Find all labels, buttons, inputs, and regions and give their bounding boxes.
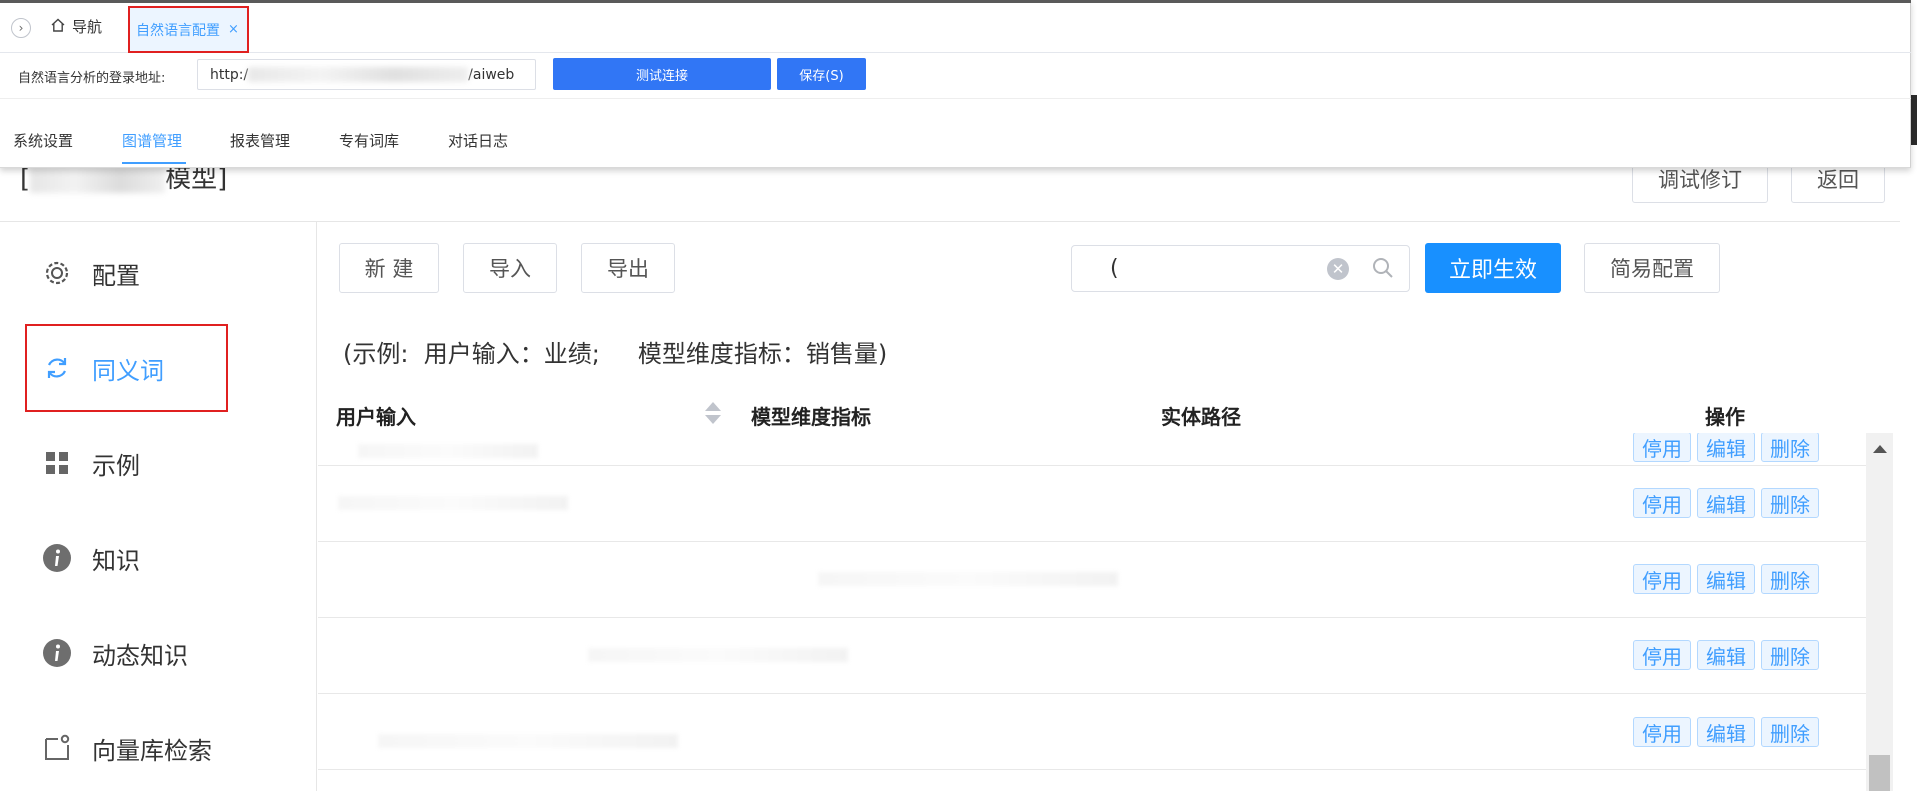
sidebar-item-examples[interactable]: 示例 [42,443,140,483]
tab-bar: › 导航 自然语言配置 × [0,3,1911,53]
example-hint: (示例: 用户输入：业绩; 模型维度指标：销售量) [343,340,888,368]
row-actions: 停用 编辑 删除 [1633,717,1819,747]
sidebar-item-config[interactable]: 配置 [42,253,140,293]
active-menu-underline [122,162,186,164]
login-url-input[interactable]: http:/ /aiweb [197,59,536,90]
info-icon [42,543,72,573]
menu-custom-lexicon[interactable]: 专有词库 [339,130,399,151]
grid-icon [42,448,72,478]
edit-button[interactable]: 编辑 [1697,433,1755,462]
menu-dialog-log[interactable]: 对话日志 [448,130,508,151]
scroll-thumb[interactable] [1869,755,1890,791]
sidebar-item-label: 动态知识 [92,641,188,670]
column-user-input[interactable]: 用户输入 [336,401,416,430]
close-icon[interactable]: × [228,22,239,37]
row-actions: 停用 编辑 删除 [1633,640,1819,670]
search-icon[interactable] [1371,256,1395,286]
column-actions: 操作 [1705,405,1745,429]
sidebar-item-knowledge[interactable]: 知识 [42,538,140,578]
menu-report-management[interactable]: 报表管理 [230,130,290,151]
delete-button[interactable]: 删除 [1761,640,1819,670]
delete-button[interactable]: 删除 [1761,433,1819,462]
table-body: 停用 编辑 删除 停用 编辑 删除 停用 编辑 删除 停用 编辑 删除 停用 编… [318,433,1868,791]
sort-icon[interactable] [705,402,721,424]
url-suffix: /aiweb [468,66,515,83]
edit-button[interactable]: 编辑 [1697,717,1755,747]
row-actions: 停用 编辑 删除 [1633,564,1819,594]
table-row: 停用 编辑 删除 [318,466,1868,542]
column-entity-path: 实体路径 [1161,405,1241,429]
redacted-cell [588,648,848,662]
nl-config-panel: › 导航 自然语言配置 × 自然语言分析的登录地址: http:/ /aiweb … [0,0,1911,168]
row-actions: 停用 编辑 删除 [1633,488,1819,518]
redacted-host [248,67,469,82]
redacted-cell [378,734,678,748]
tab-navigation[interactable]: 导航 [50,16,102,37]
column-model-dimension: 模型维度指标 [751,405,871,429]
search-value: ( [1110,256,1119,281]
sidebar-item-label: 配置 [92,261,140,290]
login-url-row: 自然语言分析的登录地址: http:/ /aiweb 测试连接 保存(S) [0,53,1911,99]
sidebar-item-vector-search[interactable]: 向量库检索 [42,728,212,768]
simple-config-button[interactable]: 简易配置 [1584,243,1720,293]
url-prefix: http:/ [210,66,249,83]
table-header: 用户输入 模型维度指标 实体路径 操作 [318,395,1893,435]
export-button[interactable]: 导出 [581,243,675,293]
redacted-cell [338,496,568,510]
menu-system-settings[interactable]: 系统设置 [13,130,73,151]
table-row: 停用 编辑 删除 [318,694,1868,770]
edit-button[interactable]: 编辑 [1697,564,1755,594]
gear-icon [42,258,72,288]
sidebar-item-label: 知识 [92,546,140,575]
sidebar [0,222,317,791]
login-url-label: 自然语言分析的登录地址: [18,71,166,86]
title-suffix: 模型] [165,164,228,194]
tab-nl-config[interactable]: 自然语言配置 × [128,6,249,53]
table-scrollbar[interactable] [1866,433,1893,791]
delete-button[interactable]: 删除 [1761,488,1819,518]
redacted-cell [358,444,538,458]
sidebar-item-label: 向量库检索 [92,736,212,765]
disable-button[interactable]: 停用 [1633,640,1691,670]
redacted-model-name [30,166,166,193]
title-bracket: [ [20,164,31,194]
row-actions: 停用 编辑 删除 [1633,433,1819,462]
sidebar-item-dynamic-knowledge[interactable]: 动态知识 [42,633,188,673]
vector-search-icon [42,733,72,763]
highlight-box-synonyms [25,324,228,412]
disable-button[interactable]: 停用 [1633,564,1691,594]
disable-button[interactable]: 停用 [1633,433,1691,462]
table-row: 停用 编辑 删除 [318,618,1868,694]
tab-label: 自然语言配置 [136,22,220,39]
disable-button[interactable]: 停用 [1633,717,1691,747]
delete-button[interactable]: 删除 [1761,564,1819,594]
delete-button[interactable]: 删除 [1761,717,1819,747]
edit-button[interactable]: 编辑 [1697,488,1755,518]
table-row: 停用 编辑 删除 [318,433,1868,466]
apply-now-button[interactable]: 立即生效 [1425,243,1561,293]
scroll-up-icon[interactable] [1873,445,1887,453]
clear-icon[interactable]: ✕ [1327,258,1349,280]
save-button[interactable]: 保存(S) [777,58,866,90]
module-menu: 系统设置 图谱管理 报表管理 专有词库 对话日志 [0,115,1911,165]
redacted-cell [818,572,1118,586]
test-connection-button[interactable]: 测试连接 [553,58,771,90]
home-icon [50,17,66,37]
info-icon [42,638,72,668]
search-input[interactable]: ( ✕ [1071,245,1410,292]
disable-button[interactable]: 停用 [1633,488,1691,518]
chevron-right-icon[interactable]: › [11,18,31,38]
edit-button[interactable]: 编辑 [1697,640,1755,670]
import-button[interactable]: 导入 [463,243,557,293]
sidebar-item-label: 示例 [92,451,140,480]
table-row: 停用 编辑 删除 [318,542,1868,618]
new-button[interactable]: 新 建 [339,243,439,293]
menu-graph-management[interactable]: 图谱管理 [122,130,182,151]
tab-label: 导航 [72,18,103,36]
